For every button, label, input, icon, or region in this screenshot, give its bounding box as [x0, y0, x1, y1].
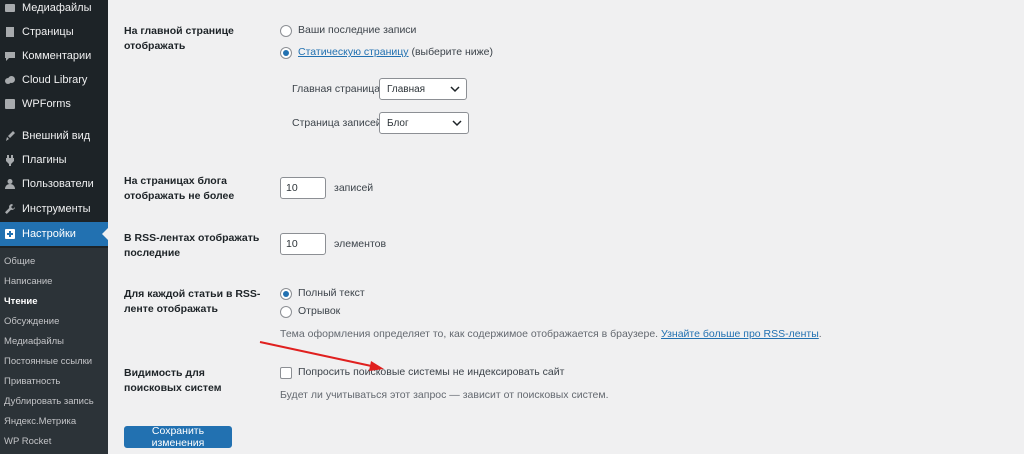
posts-page-select-label: Страница записей: [292, 117, 385, 129]
posts-per-page-unit: записей [334, 182, 374, 194]
submenu-item-general[interactable]: Общие [4, 256, 35, 267]
sidebar-item-pages[interactable]: Страницы [0, 20, 108, 44]
reading-settings-form: На главной странице отображать Ваши посл… [108, 0, 1024, 454]
radio-full-text[interactable] [280, 288, 292, 300]
static-page-link[interactable]: Статическую страницу [298, 46, 409, 58]
submenu-item-discussion[interactable]: Обсуждение [4, 316, 59, 327]
users-icon [4, 178, 16, 190]
radio-excerpt-label: Отрывок [298, 305, 341, 317]
forms-icon [4, 98, 16, 110]
sidebar-item-users[interactable]: Пользователи [0, 172, 108, 196]
cloud-icon [4, 74, 16, 86]
submenu-item-permalinks[interactable]: Постоянные ссылки [4, 356, 92, 367]
submenu-item-wp-rocket[interactable]: WP Rocket [4, 436, 51, 447]
rss-content-note: Тема оформления определяет то, как содер… [280, 328, 822, 340]
submenu-item-privacy[interactable]: Приватность [4, 376, 60, 387]
rss-count-label: В RSS-лентах отображать последние [124, 232, 260, 259]
rss-learn-more-link[interactable]: Узнайте больше про RSS-ленты [661, 328, 819, 340]
rss-note-end: . [818, 328, 822, 340]
posts-per-page-input[interactable] [280, 177, 326, 199]
search-visibility-note: Будет ли учитываться этот запрос — завис… [280, 389, 609, 401]
sidebar-item-cloud-library[interactable]: Cloud Library [0, 68, 108, 92]
comments-icon [4, 50, 16, 62]
sidebar-item-label: WPForms [22, 98, 71, 110]
rss-count-unit: элементов [334, 238, 387, 250]
radio-latest-posts-label: Ваши последние записи [298, 24, 417, 36]
pages-icon [4, 26, 16, 38]
wrench-icon [4, 203, 16, 215]
homepage-select-value: Главная [387, 83, 426, 95]
sidebar-item-label: Инструменты [22, 203, 91, 215]
posts-page-select[interactable]: Блог [379, 112, 469, 134]
submenu-item-reading[interactable]: Чтение [4, 296, 37, 307]
homepage-select-label: Главная страница: [292, 83, 384, 95]
radio-full-text-label: Полный текст [298, 287, 365, 299]
front-page-label: На главной странице отображать [124, 25, 234, 52]
sidebar-item-label: Плагины [22, 154, 67, 166]
sidebar-item-label: Пользователи [22, 178, 94, 190]
sidebar-item-label: Cloud Library [22, 74, 88, 86]
brush-icon [4, 130, 16, 142]
settings-icon [4, 228, 16, 240]
radio-latest-posts[interactable] [280, 25, 292, 37]
rss-note-text: Тема оформления определяет то, как содер… [280, 328, 659, 340]
search-visibility-label: Видимость для поисковых систем [124, 367, 222, 394]
chevron-down-icon [450, 86, 460, 93]
posts-page-select-value: Блог [387, 117, 409, 129]
plugin-icon [4, 154, 16, 166]
media-icon [4, 2, 16, 14]
settings-submenu: Общие Написание Чтение Обсуждение Медиаф… [0, 248, 108, 454]
sidebar-item-plugins[interactable]: Плагины [0, 148, 108, 172]
sidebar-item-settings[interactable]: Настройки [0, 222, 108, 246]
sidebar-item-media[interactable]: Медиафайлы [0, 0, 108, 20]
rss-content-label: Для каждой статьи в RSS-ленте отображать [124, 288, 261, 315]
sidebar-item-label: Медиафайлы [22, 2, 92, 14]
sidebar-item-wpforms[interactable]: WPForms [0, 92, 108, 116]
admin-sidebar: Медиафайлы Страницы Комментарии Cloud Li… [0, 0, 108, 454]
sidebar-item-label: Настройки [22, 228, 76, 240]
radio-excerpt[interactable] [280, 306, 292, 318]
radio-static-page-label: Статическую страницу (выберите ниже) [298, 46, 493, 58]
sidebar-item-label: Комментарии [22, 50, 92, 62]
submenu-item-yandex-metrika[interactable]: Яндекс.Метрика [4, 416, 76, 427]
submenu-item-duplicate-post[interactable]: Дублировать запись [4, 396, 94, 407]
save-changes-button[interactable]: Сохранить изменения [124, 425, 232, 449]
annotation-arrow-icon [259, 341, 384, 371]
rss-count-input[interactable] [280, 233, 326, 255]
sidebar-item-tools[interactable]: Инструменты [0, 197, 108, 221]
sidebar-item-comments[interactable]: Комментарии [0, 44, 108, 68]
sidebar-item-appearance[interactable]: Внешний вид [0, 124, 108, 148]
static-page-suffix: (выберите ниже) [408, 46, 493, 58]
submenu-item-media[interactable]: Медиафайлы [4, 336, 64, 347]
posts-per-page-label: На страницах блога отображать не более [124, 175, 235, 202]
homepage-select[interactable]: Главная [379, 78, 467, 100]
sidebar-item-label: Страницы [22, 26, 74, 38]
chevron-down-icon [452, 120, 462, 127]
radio-static-page[interactable] [280, 47, 292, 59]
submenu-item-writing[interactable]: Написание [4, 276, 52, 287]
sidebar-item-label: Внешний вид [22, 130, 91, 142]
